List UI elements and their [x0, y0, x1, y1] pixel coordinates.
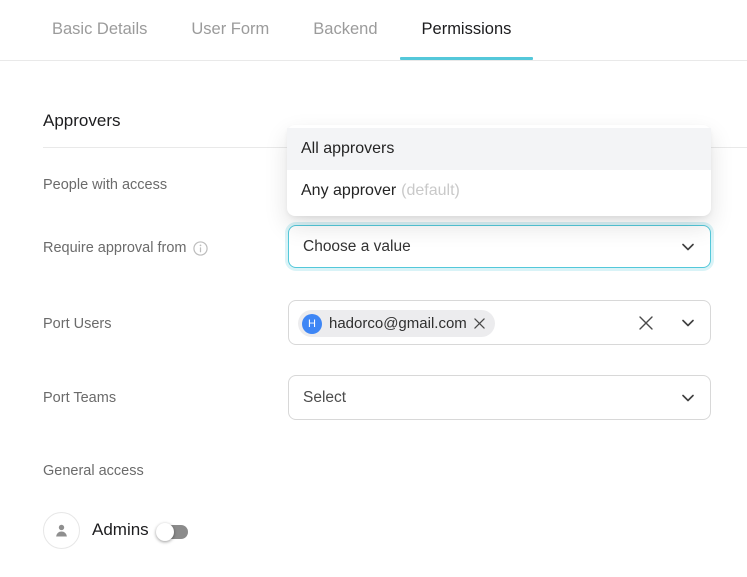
- chevron-down-icon[interactable]: [682, 243, 694, 250]
- approvers-heading: Approvers: [43, 111, 120, 131]
- port-teams-label: Port Teams: [43, 390, 116, 406]
- admins-toggle[interactable]: [159, 525, 188, 539]
- port-users-select[interactable]: H hadorco@gmail.com: [288, 300, 711, 345]
- tab-backend[interactable]: Backend: [291, 0, 399, 60]
- require-approval-select-value: Choose a value: [289, 238, 411, 256]
- menu-option-label: Any approver: [301, 182, 396, 199]
- chevron-down-icon[interactable]: [682, 319, 694, 326]
- person-icon: [52, 521, 71, 540]
- require-approval-label: Require approval from: [43, 240, 208, 256]
- tab-bar: Basic Details User Form Backend Permissi…: [0, 0, 747, 61]
- toggle-knob[interactable]: [156, 523, 174, 541]
- people-with-access-label: People with access: [43, 177, 167, 193]
- menu-option-label: All approvers: [301, 140, 394, 157]
- user-avatar: H: [302, 314, 322, 334]
- chip-remove-icon[interactable]: [474, 318, 485, 329]
- clear-selection-icon[interactable]: [639, 316, 653, 330]
- info-icon[interactable]: [193, 241, 208, 256]
- tab-user-form[interactable]: User Form: [169, 0, 291, 60]
- menu-option-default-suffix: (default): [401, 182, 460, 199]
- port-teams-select[interactable]: Select: [288, 375, 711, 420]
- require-approval-select[interactable]: Choose a value: [288, 225, 711, 268]
- port-teams-select-placeholder: Select: [289, 389, 346, 407]
- chevron-down-icon[interactable]: [682, 394, 694, 401]
- port-users-label: Port Users: [43, 316, 112, 332]
- user-chip-email: hadorco@gmail.com: [329, 315, 467, 332]
- menu-option-any-approver[interactable]: Any approver (default): [287, 170, 711, 212]
- tab-basic-details[interactable]: Basic Details: [30, 0, 169, 60]
- user-chip: H hadorco@gmail.com: [298, 310, 495, 337]
- admins-label: Admins: [92, 520, 149, 540]
- menu-option-all-approvers[interactable]: All approvers: [287, 128, 711, 170]
- permissions-page: Basic Details User Form Backend Permissi…: [0, 0, 747, 577]
- admins-avatar: [43, 512, 80, 549]
- require-approval-label-text: Require approval from: [43, 240, 186, 256]
- approval-dropdown-menu: All approvers Any approver (default): [287, 125, 711, 216]
- tab-permissions[interactable]: Permissions: [400, 0, 534, 60]
- general-access-label: General access: [43, 463, 144, 479]
